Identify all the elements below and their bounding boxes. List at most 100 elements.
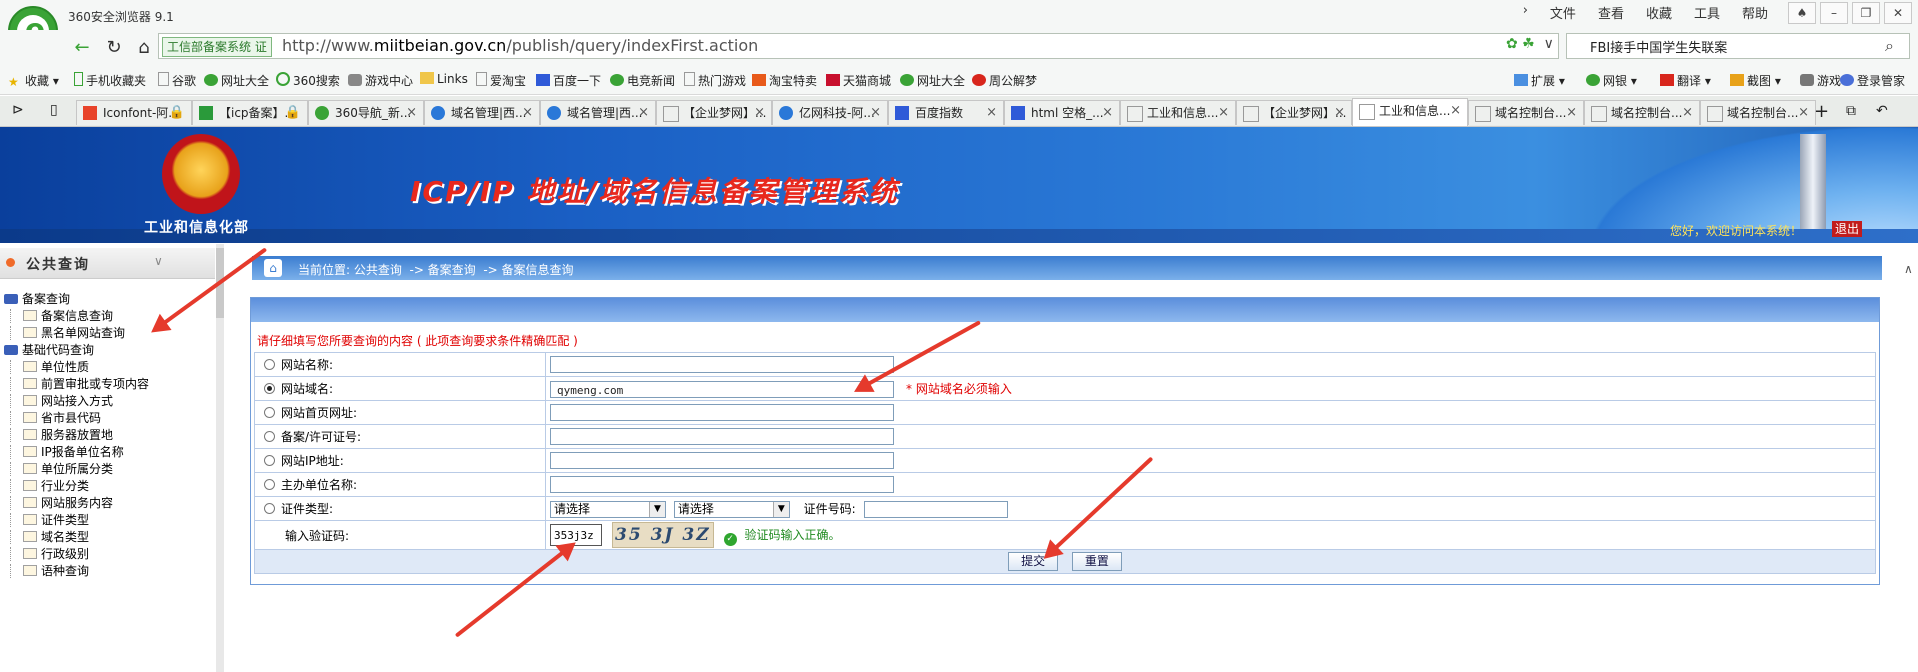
bookmark-tmsale[interactable]: 淘宝特卖: [752, 72, 817, 89]
radio-site-domain[interactable]: [264, 383, 275, 394]
radio-sponsor-name[interactable]: [264, 479, 275, 490]
tree-item-server-location[interactable]: 服务器放置地: [4, 426, 113, 443]
menu-view[interactable]: 查看: [1598, 3, 1624, 22]
menu-favorites[interactable]: 收藏: [1646, 3, 1672, 22]
cert-no-input[interactable]: [863, 500, 1008, 518]
sponsor-name-input[interactable]: [550, 476, 894, 493]
tree-item-language[interactable]: 语种查询: [4, 562, 89, 579]
tree-item-region-code[interactable]: 省市县代码: [4, 409, 101, 426]
radio-site-name[interactable]: [264, 359, 275, 370]
bookmark-links[interactable]: Links: [420, 72, 468, 86]
restore-icon[interactable]: ❐: [1852, 2, 1880, 24]
bookmark-hao123[interactable]: 网址大全: [204, 72, 269, 89]
tab-domain-1[interactable]: 域名管理|西... ×: [424, 100, 540, 125]
menu-help[interactable]: 帮助: [1742, 3, 1768, 22]
sidebar-toggle-icon[interactable]: ⊳: [12, 102, 24, 118]
tab-baidu-index[interactable]: 百度指数 ×: [888, 100, 1004, 125]
menu-tools[interactable]: 工具: [1694, 3, 1720, 22]
bookmark-hao123-2[interactable]: 网址大全: [900, 72, 965, 89]
toolbar-screenshot[interactable]: 截图 ▾: [1730, 72, 1781, 89]
tab-console-2[interactable]: 域名控制台... ×: [1584, 100, 1700, 125]
radio-homepage-url[interactable]: [264, 407, 275, 418]
tab-list-icon[interactable]: ▯: [50, 102, 58, 118]
scroll-up-icon[interactable]: ∧: [1904, 262, 1913, 276]
collapse-chevron-icon[interactable]: ∨: [154, 254, 163, 268]
tab-qymeng-1[interactable]: 【企业梦网】... ×: [656, 100, 772, 125]
tree-item-access-method[interactable]: 网站接入方式: [4, 392, 113, 409]
logout-button[interactable]: 退出: [1832, 221, 1862, 237]
tab-miit-1[interactable]: 工业和信息... ×: [1120, 100, 1236, 125]
tree-item-pre-approval[interactable]: 前置审批或专项内容: [4, 375, 149, 392]
tab-360nav[interactable]: 360导航_新... ×: [308, 100, 424, 125]
bookmark-360search[interactable]: 360搜索: [276, 72, 340, 89]
bookmark-mobile[interactable]: 手机收藏夹: [74, 72, 146, 89]
url-text[interactable]: http://www.miitbeian.gov.cn/publish/quer…: [282, 36, 758, 55]
tree-item-admin-level[interactable]: 行政级别: [4, 545, 89, 562]
bookmark-esports[interactable]: 电竞新闻: [610, 72, 675, 89]
toolbar-login-manager[interactable]: 登录管家: [1840, 72, 1905, 89]
home-icon[interactable]: ⌂: [132, 36, 156, 60]
undo-close-icon[interactable]: ↶: [1876, 103, 1888, 119]
radio-cert-type[interactable]: [264, 503, 275, 514]
radio-site-ip[interactable]: [264, 455, 275, 466]
bookmark-games[interactable]: 游戏中心: [348, 72, 413, 89]
tree-item-service-content[interactable]: 网站服务内容: [4, 494, 113, 511]
close-icon[interactable]: ✕: [1884, 2, 1912, 24]
menu-chevron-icon[interactable]: ›: [1523, 3, 1528, 22]
tree-item-domain-type[interactable]: 域名类型: [4, 528, 89, 545]
site-domain-input[interactable]: qymeng.com: [550, 380, 894, 398]
captcha-image[interactable]: 35 3J 3Z: [611, 522, 714, 548]
site-ip-input[interactable]: [550, 452, 894, 469]
bookmark-baidu[interactable]: 百度一下: [536, 72, 601, 89]
tab-console-1[interactable]: 域名控制台... ×: [1468, 100, 1584, 125]
reset-button[interactable]: 重置: [1071, 552, 1122, 571]
bookmark-favorites[interactable]: ★ 收藏 ▾: [8, 72, 59, 89]
security-shield-icon[interactable]: ✿ ☘ ∨: [1506, 36, 1554, 52]
bookmark-tmall[interactable]: 天猫商城: [826, 72, 891, 89]
tab-yiwang[interactable]: 亿网科技-阿... ×: [772, 100, 888, 125]
tab-html-space[interactable]: html 空格_... ×: [1004, 100, 1120, 125]
tree-item-cert-type[interactable]: 证件类型: [4, 511, 89, 528]
tree-item-ip-unit[interactable]: IP报备单位名称: [4, 443, 124, 460]
toolbar-translate[interactable]: 翻译 ▾: [1660, 72, 1711, 89]
tree-group-record-query[interactable]: 备案查询: [4, 290, 70, 307]
toolbar-netbank[interactable]: 网银 ▾: [1586, 72, 1637, 89]
license-no-input[interactable]: [550, 428, 894, 445]
new-tab-icon[interactable]: +: [1814, 101, 1829, 122]
tree-item-blacklist[interactable]: 黑名单网站查询: [4, 324, 125, 341]
tree-group-basic-codes[interactable]: 基础代码查询: [4, 341, 94, 358]
site-name-input[interactable]: [550, 356, 894, 373]
site-badge[interactable]: 工信部备案系统 证: [162, 37, 272, 57]
tree-item-record-info[interactable]: 备案信息查询: [4, 307, 113, 324]
tab-qymeng-2[interactable]: 【企业梦网】... ×: [1236, 100, 1352, 125]
search-icon[interactable]: ⌕: [1885, 36, 1894, 56]
tab-domain-2[interactable]: 域名管理|西... ×: [540, 100, 656, 125]
tab-overview-icon[interactable]: ⧉: [1846, 103, 1856, 119]
cert-type-select-2[interactable]: 请选择 ▼: [673, 500, 790, 518]
menu-file[interactable]: 文件: [1550, 3, 1576, 22]
tab-console-3[interactable]: 域名控制台... ×: [1700, 100, 1816, 125]
dropdown-arrow-icon: ▼: [649, 501, 665, 517]
bookmark-taobao[interactable]: 爱淘宝: [476, 72, 526, 89]
cert-type-select-1[interactable]: 请选择 ▼: [550, 500, 666, 518]
tab-miit-active[interactable]: 工业和信息... ×: [1352, 98, 1468, 126]
refresh-icon[interactable]: ↻: [102, 36, 126, 60]
window-controls: ♠ – ❐ ✕: [1788, 2, 1912, 24]
back-arrow-icon[interactable]: ←: [70, 36, 94, 60]
homepage-url-input[interactable]: [550, 404, 894, 421]
bookmark-google[interactable]: 谷歌: [158, 72, 196, 89]
page-icon: [23, 463, 37, 474]
tree-item-industry[interactable]: 行业分类: [4, 477, 89, 494]
page-icon: [23, 480, 37, 491]
toolbar-extensions[interactable]: 扩展 ▾: [1514, 72, 1565, 89]
home-icon[interactable]: ⌂: [264, 259, 282, 277]
bookmark-hotgames[interactable]: 热门游戏: [684, 72, 746, 89]
skin-icon[interactable]: ♠: [1788, 2, 1816, 24]
tree-item-unit-category[interactable]: 单位所属分类: [4, 460, 113, 477]
minimize-icon[interactable]: –: [1820, 2, 1848, 24]
tab-icp[interactable]: 【icp备案】... 🔒: [192, 100, 308, 125]
radio-license-no[interactable]: [264, 431, 275, 442]
bookmark-dreams[interactable]: 周公解梦: [972, 72, 1037, 89]
tab-iconfont[interactable]: Iconfont-阿... 🔒: [76, 100, 192, 125]
tree-item-unit-nature[interactable]: 单位性质: [4, 358, 89, 375]
